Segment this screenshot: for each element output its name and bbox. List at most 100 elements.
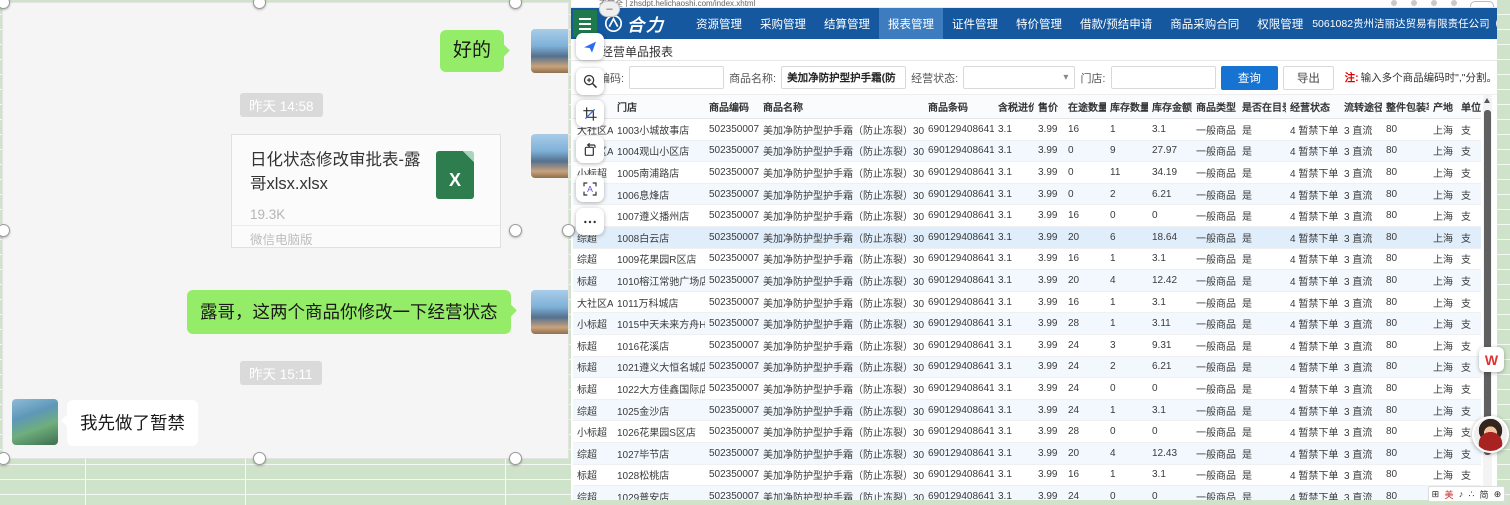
crop-tool-button[interactable] (576, 100, 604, 127)
code-input[interactable] (629, 66, 724, 89)
sent-message-bubble[interactable]: 露哥，这两个商品你修改一下经营状态 (187, 290, 511, 334)
table-cell: 3.1 (994, 357, 1034, 378)
table-cell: 0 (1064, 162, 1106, 183)
nav-item[interactable]: 商品采购合同 (1161, 8, 1248, 39)
nav-item[interactable]: 资源管理 (687, 8, 751, 39)
ime-toolbar[interactable]: ⊞ 美 ♪ ∴ 简 ⊕ (1428, 486, 1505, 502)
message-text: 露哥，这两个商品你修改一下经营状态 (200, 301, 498, 324)
name-input[interactable] (781, 66, 906, 89)
table-cell: 支 (1457, 292, 1481, 313)
table-row[interactable]: 综超1029普安店502350007美加净防护型护手霜（防止冻裂）30g6901… (573, 486, 1481, 500)
nav-item[interactable]: 权限管理 (1248, 8, 1312, 39)
company-name[interactable]: 5061082贵州洁丽达贸易有限责任公司 (1312, 16, 1489, 31)
export-button[interactable]: 导出 (1283, 66, 1333, 90)
table-row[interactable]: 大社区A1004观山小区店502350007美加净防护型护手霜（防止冻裂）30g… (573, 141, 1481, 163)
browser-button[interactable] (1470, 1, 1494, 8)
file-size: 19.3K (250, 207, 285, 222)
browser-icon[interactable] (1411, 0, 1417, 6)
browser-icon[interactable] (1391, 0, 1397, 6)
table-row[interactable]: 标超1022大方佳鑫国际店502350007美加净防护型护手霜（防止冻裂）30g… (573, 378, 1481, 400)
status-select[interactable]: ▾ (963, 66, 1075, 89)
user-avatar-icon[interactable] (1496, 16, 1497, 31)
table-cell: 3.1 (994, 465, 1034, 486)
table-cell: 标超 (573, 335, 613, 356)
table-row[interactable]: 小标超1005南浦路店502350007美加净防护型护手霜（防止冻裂）30g69… (573, 162, 1481, 184)
table-cell: 1011万科城店 (613, 292, 705, 313)
ime-icon[interactable]: 美 (1444, 488, 1453, 501)
browser-address-bar[interactable]: 不安全 | zhsdpt.helichaoshi.com/index.xhtml (571, 0, 1497, 8)
received-message-bubble[interactable]: 我先做了暂禁 (67, 400, 198, 446)
table-row[interactable]: 综超1009花果园R区店502350007美加净防护型护手霜（防止冻裂）30g6… (573, 249, 1481, 271)
excel-gridline (505, 458, 506, 505)
ime-icon[interactable]: ∴ (1468, 489, 1474, 500)
ime-icon[interactable]: ♪ (1459, 489, 1464, 499)
table-row[interactable]: 小标超1026花果园S区店502350007美加净防护型护手霜（防止冻裂）30g… (573, 421, 1481, 443)
selection-handle[interactable] (509, 224, 522, 237)
table-cell: 标超 (573, 465, 613, 486)
table-cell: 美加净防护型护手霜（防止冻裂）30g (759, 400, 924, 421)
selection-handle[interactable] (509, 452, 522, 465)
toolbar-minimize-handle[interactable]: – (599, 1, 620, 17)
store-input[interactable] (1111, 66, 1216, 89)
table-row[interactable]: 综超1008白云店502350007美加净防护型护手霜（防止冻裂）30g6901… (573, 227, 1481, 249)
sender-avatar[interactable] (531, 134, 569, 178)
table-cell: 16 (1064, 465, 1106, 486)
table-body: 大社区A1003小城故事店502350007美加净防护型护手霜（防止冻裂）30g… (573, 119, 1481, 500)
contact-avatar[interactable] (12, 399, 58, 445)
table-row[interactable]: 标超1021遵义大恒名城店502350007美加净防护型护手霜（防止冻裂）30g… (573, 357, 1481, 379)
nav-item[interactable]: 特价管理 (1007, 8, 1071, 39)
selection-handle[interactable] (253, 452, 266, 465)
sender-avatar[interactable] (531, 29, 569, 73)
copy-tool-button[interactable] (576, 136, 604, 163)
nav-item[interactable]: 证件管理 (943, 8, 1007, 39)
table-row[interactable]: 大社区A1011万科城店502350007美加净防护型护手霜（防止冻裂）30g6… (573, 292, 1481, 314)
table-row[interactable]: 标超1016花溪店502350007美加净防护型护手霜（防止冻裂）30g6901… (573, 335, 1481, 357)
ime-icon[interactable]: ⊞ (1432, 489, 1440, 500)
table-row[interactable]: 标超1028松桃店502350007美加净防护型护手霜（防止冻裂）30g6901… (573, 465, 1481, 487)
table-cell: 502350007 (705, 249, 759, 270)
table-cell: 美加净防护型护手霜（防止冻裂）30g (759, 119, 924, 140)
selection-handle[interactable] (562, 224, 575, 237)
table-cell: 大社区A (573, 292, 613, 313)
table-cell: 3 直流 (1340, 292, 1382, 313)
ocr-tool-button[interactable]: A (576, 175, 604, 202)
table-header-row: 门店商品编码商品名称商品条码含税进价售价在途数量库存数量库存金额商品类型是否在目… (573, 95, 1481, 119)
sender-avatar[interactable] (531, 290, 569, 334)
file-message-card[interactable]: 日化状态修改审批表-露哥xlsx.xlsx X 19.3K 微信电脑版 (231, 134, 501, 248)
scroll-up-icon[interactable] (1484, 98, 1490, 103)
top-navbar: 合力 资源管理采购管理结算管理报表管理证件管理特价管理借款/预结申请商品采购合同… (571, 8, 1497, 39)
table-cell: 一般商品 (1192, 227, 1238, 248)
excel-file-icon: X (436, 151, 474, 199)
nav-item[interactable]: 采购管理 (751, 8, 815, 39)
table-row[interactable]: 综超1027毕节店502350007美加净防护型护手霜（防止冻裂）30g6901… (573, 443, 1481, 465)
floating-contact-avatar[interactable] (1472, 416, 1509, 453)
table-row[interactable]: 综超1025金沙店502350007美加净防护型护手霜（防止冻裂）30g6901… (573, 400, 1481, 422)
table-cell: 3.99 (1034, 421, 1064, 442)
table-row[interactable]: 1007遵义播州店502350007美加净防护型护手霜（防止冻裂）30g6901… (573, 205, 1481, 227)
sent-message-bubble[interactable]: 好的 (440, 30, 504, 72)
browser-icon[interactable] (1431, 0, 1437, 6)
table-row[interactable]: 小标超1015中天未来方舟H4店502350007美加净防护型护手霜（防止冻裂）… (573, 313, 1481, 335)
ime-icon[interactable]: ⊕ (1494, 489, 1502, 500)
table-cell: 3.1 (994, 486, 1034, 500)
tab-report-title[interactable]: 经营单品报表 (601, 43, 673, 60)
table-row[interactable]: 标超1010榕江常驰广场店502350007美加净防护型护手霜（防止冻裂）30g… (573, 270, 1481, 292)
nav-item[interactable]: 报表管理 (879, 8, 943, 39)
wps-badge-icon[interactable]: W (1479, 347, 1504, 372)
zoom-in-tool-button[interactable] (576, 68, 604, 95)
more-tool-button[interactable] (576, 208, 604, 235)
query-button[interactable]: 查询 (1221, 66, 1279, 90)
table-cell: 24 (1064, 400, 1106, 421)
scrollbar-thumb[interactable] (1484, 110, 1491, 455)
table-cell: 3.99 (1034, 400, 1064, 421)
table-cell: 是 (1238, 335, 1286, 356)
ime-icon[interactable]: 简 (1479, 488, 1488, 501)
table-row[interactable]: 1006息烽店502350007美加净防护型护手霜（防止冻裂）30g690129… (573, 184, 1481, 206)
pin-tool-button[interactable] (576, 33, 604, 60)
table-cell: 502350007 (705, 378, 759, 399)
profile-icon[interactable] (1451, 0, 1457, 6)
table-row[interactable]: 大社区A1003小城故事店502350007美加净防护型护手霜（防止冻裂）30g… (573, 119, 1481, 141)
nav-item[interactable]: 结算管理 (815, 8, 879, 39)
nav-item[interactable]: 借款/预结申请 (1071, 8, 1161, 39)
table-cell: 3 直流 (1340, 162, 1382, 183)
